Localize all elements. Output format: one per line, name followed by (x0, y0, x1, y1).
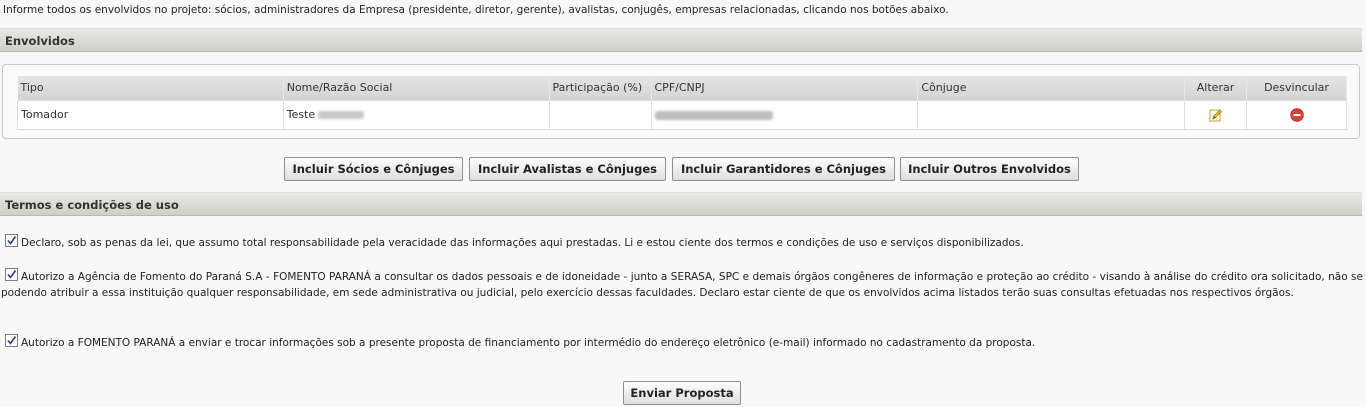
col-header-tipo: Tipo (17, 76, 284, 100)
cell-conjuge (917, 99, 1186, 130)
edit-pencil-icon[interactable] (1209, 108, 1223, 122)
cell-desvincular (1246, 99, 1347, 130)
redacted-name (318, 111, 365, 119)
remove-circle-icon[interactable] (1289, 107, 1304, 122)
col-header-participacao: Participação (%) (549, 76, 652, 100)
envolvidos-table: Tipo Nome/Razão Social Participação (%) … (17, 76, 1347, 130)
cell-participacao (548, 99, 652, 130)
col-header-desvincular: Desvincular (1246, 76, 1347, 100)
cell-nome-text: Teste (286, 108, 316, 121)
table-row: Tomador Teste (17, 99, 1347, 130)
term-3-checkbox[interactable] (5, 334, 18, 347)
term-1-text: Declaro, sob as penas da lei, que assumo… (21, 237, 1024, 249)
term-2-text: Autorizo a Agência de Fomento do Paraná … (1, 271, 1363, 299)
col-header-cpf-cnpj: CPF/CNPJ (651, 76, 919, 100)
include-outros-button[interactable]: Incluir Outros Envolvidos (900, 157, 1079, 181)
table-header-row: Tipo Nome/Razão Social Participação (%) … (17, 76, 1347, 100)
term-1-checkbox[interactable] (5, 234, 18, 247)
include-socios-button[interactable]: Incluir Sócios e Cônjuges (284, 157, 463, 181)
cell-cpf-cnpj (650, 99, 919, 130)
redacted-cpf-cnpj (654, 110, 773, 120)
col-header-alterar: Alterar (1184, 76, 1247, 100)
term-item-3: Autorizo a FOMENTO PARANÁ a enviar e tro… (1, 334, 1363, 352)
col-header-nome: Nome/Razão Social (283, 76, 550, 100)
submit-proposal-button[interactable]: Enviar Proposta (623, 381, 741, 405)
envolvidos-panel: Tipo Nome/Razão Social Participação (%) … (2, 64, 1360, 139)
include-garantidores-button[interactable]: Incluir Garantidores e Cônjuges (672, 157, 895, 181)
cell-alterar (1184, 99, 1247, 130)
term-3-text: Autorizo a FOMENTO PARANÁ a enviar e tro… (21, 337, 1036, 349)
term-item-1: Declaro, sob as penas da lei, que assumo… (1, 234, 1363, 252)
cell-tipo: Tomador (17, 99, 284, 130)
term-2-checkbox[interactable] (5, 268, 18, 281)
intro-text: Informe todos os envolvidos no projeto: … (3, 4, 949, 16)
col-header-conjuge: Cônjuge (917, 76, 1186, 100)
section-header-envolvidos: Envolvidos (0, 28, 1362, 52)
cell-nome: Teste (282, 99, 550, 130)
term-item-2: Autorizo a Agência de Fomento do Paraná … (1, 268, 1363, 301)
section-header-termos: Termos e condições de uso (0, 192, 1362, 216)
include-avalistas-button[interactable]: Incluir Avalistas e Cônjuges (469, 157, 666, 181)
